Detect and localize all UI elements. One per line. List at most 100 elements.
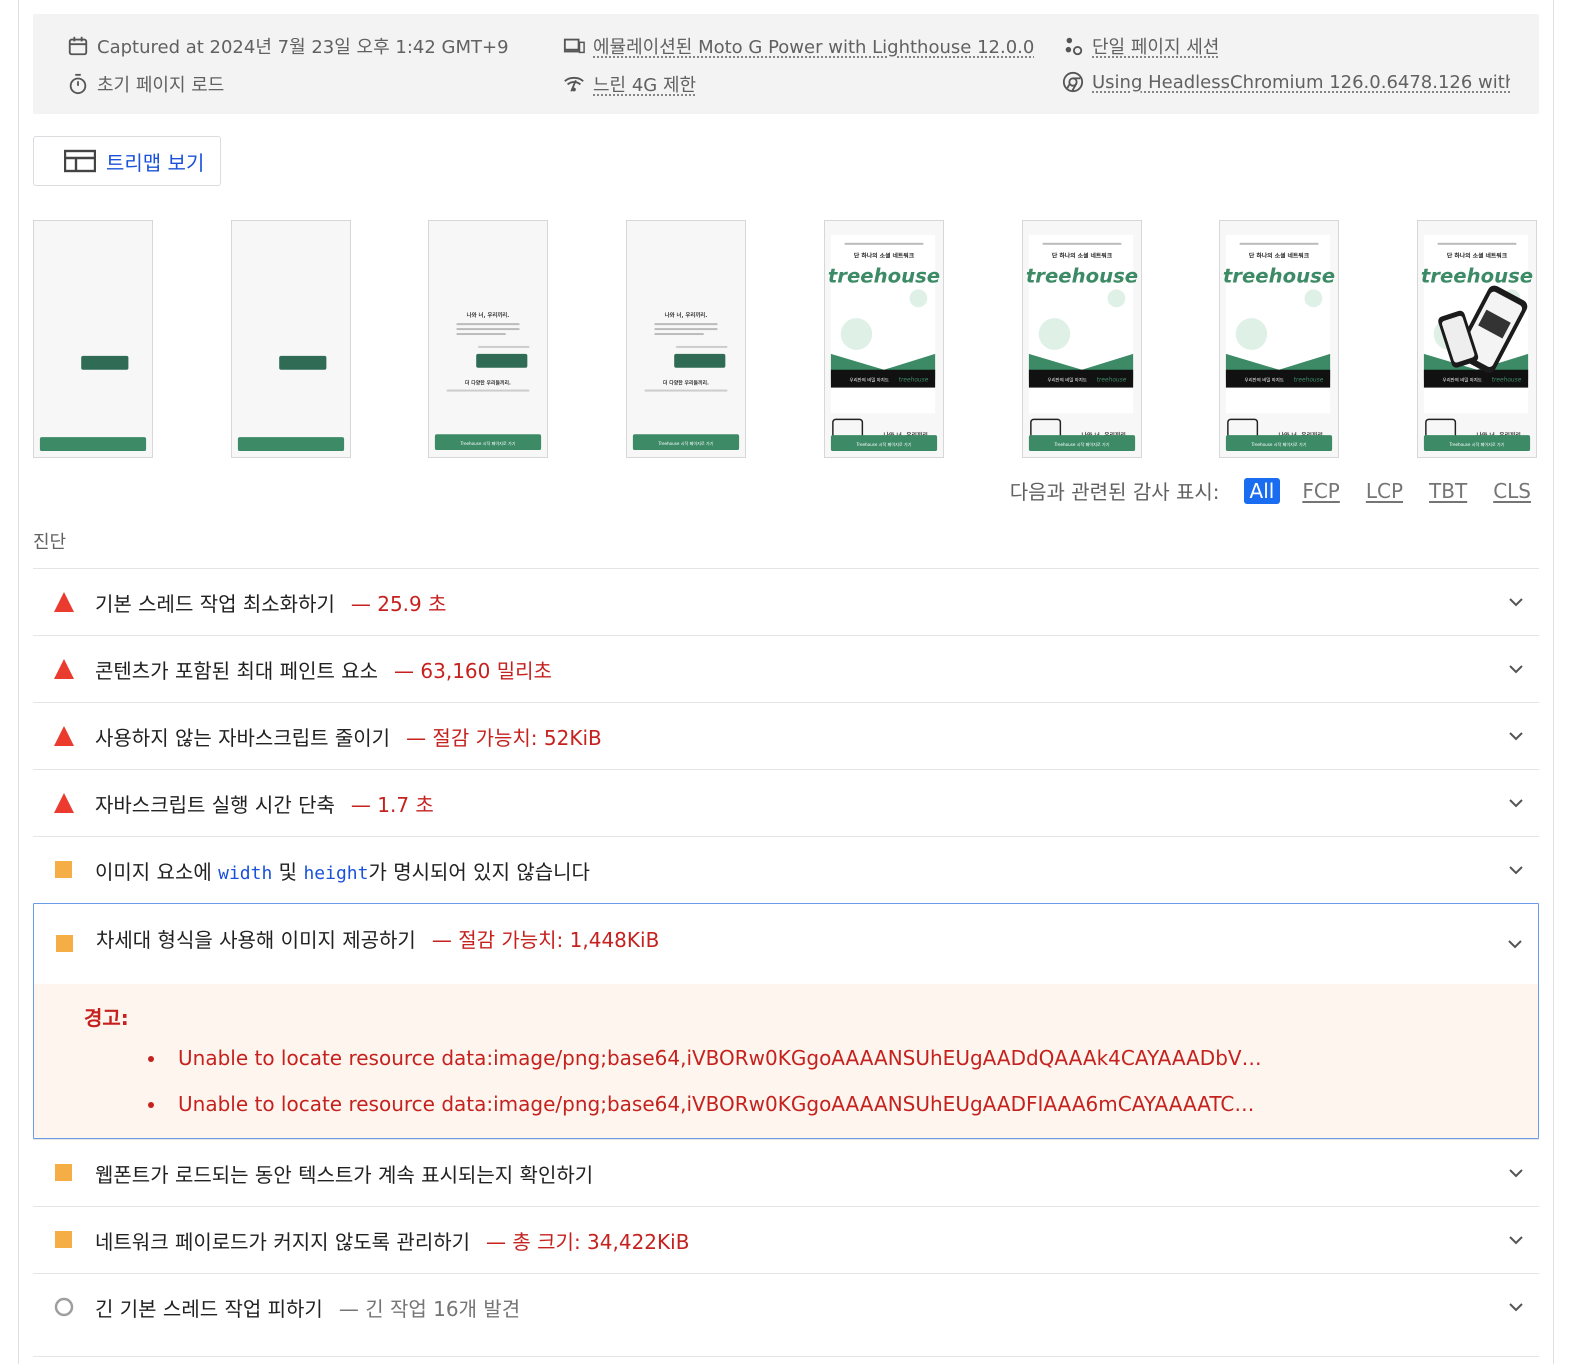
view-treemap-label[interactable]: 트리맵 보기 — [106, 147, 204, 176]
filmstrip-frame — [231, 220, 351, 458]
audit-row[interactable]: 이미지 요소에 width 및 height가 명시되어 있지 않습니다 — [33, 836, 1539, 903]
audit-display-value: — 1.7 초 — [350, 792, 434, 817]
timer-icon — [69, 73, 87, 95]
chevron-down-icon[interactable] — [1507, 593, 1525, 611]
chevron-down-icon[interactable] — [1507, 1231, 1525, 1249]
chevron-down-icon[interactable] — [1507, 660, 1525, 678]
treemap-icon — [64, 149, 96, 173]
audit-row[interactable]: 자바스크립트 실행 시간 단축 — 1.7 초 — [33, 769, 1539, 836]
filter-chip-lcp[interactable]: LCP — [1362, 478, 1407, 504]
audit-title-line[interactable]: 기본 스레드 작업 최소화하기 — 25.9 초 — [95, 588, 447, 617]
session-type-text[interactable]: 단일 페이지 세션 — [1092, 33, 1219, 59]
chevron-down-icon[interactable] — [1507, 1164, 1525, 1182]
title-part: 이미지 요소에 — [95, 859, 219, 884]
filmstrip-frame: 나와 너, 우리끼리. 더 다양한 우리들끼리. Treehouse 시작 페이… — [428, 220, 548, 458]
frame-text: 나와 너, 우리끼리. — [467, 311, 510, 319]
title-part: 및 — [272, 859, 304, 884]
fail-triangle-icon — [54, 793, 74, 813]
frame-thumbnail: 단 하나의 소셜 네트워크 treehouse 우리만의 비밀 아지트 treeho… — [825, 221, 943, 457]
frame-thumbnail: 나와 너, 우리끼리. 더 다양한 우리들끼리. Treehouse 시작 페이… — [627, 221, 745, 457]
audit-row[interactable]: 기본 스레드 작업 최소화하기 — 25.9 초 — [33, 568, 1539, 635]
filter-chip-all[interactable]: All — [1243, 477, 1281, 504]
audit-filter: 다음과 관련된 감사 표시: All FCP LCP TBT CLS — [1010, 476, 1535, 505]
audit-title-line[interactable]: 사용하지 않는 자바스크립트 줄이기 — 절감 가능치: 52KiB — [95, 722, 602, 751]
network-throttling-text[interactable]: 느린 4G 제한 — [593, 71, 696, 97]
audit-display-value: — 긴 작업 16개 발견 — [338, 1296, 521, 1321]
code-token: width — [218, 862, 273, 884]
svg-text:treehouse: treehouse — [1097, 378, 1127, 384]
calendar-icon — [68, 36, 88, 56]
audit-title-line[interactable]: 이미지 요소에 width 및 height가 명시되어 있지 않습니다 — [95, 856, 590, 885]
loading-bar — [81, 355, 129, 370]
filmstrip-frame: 단 하나의 소셜 네트워크 treehouse 우리만의 비밀 아지트 treeho… — [1219, 220, 1339, 458]
frame-text: 우리만의 비밀 아지트 — [1245, 377, 1284, 384]
code-token: height — [303, 862, 369, 884]
audit-title-line[interactable]: 긴 기본 스레드 작업 피하기 — 긴 작업 16개 발견 — [95, 1293, 520, 1322]
audit-row[interactable]: 네트워크 페이로드가 커지지 않도록 관리하기 — 총 크기: 34,422KiB — [33, 1206, 1539, 1273]
warning-list: Unable to locate resource data:image/png… — [146, 1040, 1262, 1132]
filter-chip-fcp[interactable]: FCP — [1298, 478, 1344, 504]
audit-row[interactable]: 사용하지 않는 자바스크립트 줄이기 — 절감 가능치: 52KiB — [33, 702, 1539, 769]
frame-text: Treehouse 시작 페이지로 가기 — [1250, 441, 1306, 447]
audit-title-line[interactable]: 차세대 형식을 사용해 이미지 제공하기 — 절감 가능치: 1,448KiB — [96, 924, 659, 953]
average-square-icon — [56, 935, 73, 952]
cta-bar — [39, 437, 147, 452]
audit-row[interactable]: 웹폰트가 로드되는 동안 텍스트가 계속 표시되는지 확인하기 — [33, 1139, 1539, 1206]
info-circle-icon — [54, 1297, 74, 1317]
frame-thumbnail: 단 하나의 소셜 네트워크 treehouse 우리만의 비밀 아지트 treeho… — [1220, 221, 1338, 457]
network-throttling[interactable]: 느린 4G 제한 — [563, 71, 696, 97]
audit-display-value: — 25.9 초 — [350, 591, 447, 616]
filter-chip-tbt[interactable]: TBT — [1425, 478, 1471, 504]
audit-header[interactable]: 차세대 형식을 사용해 이미지 제공하기 — 절감 가능치: 1,448KiB — [34, 904, 1538, 984]
browser-info-text[interactable]: Using HeadlessChromium 126.0.6478.126 wi… — [1092, 72, 1510, 93]
frame-text: 우리만의 비밀 아지트 — [850, 377, 889, 384]
filmstrip-frame: 단 하나의 소셜 네트워크 treehouse 우리만의 비밀 아지트 treeho… — [1022, 220, 1142, 458]
chevron-down-icon[interactable] — [1507, 794, 1525, 812]
session-type[interactable]: 단일 페이지 세션 — [1062, 33, 1219, 59]
audit-display-value: — 절감 가능치: 52KiB — [406, 725, 602, 750]
fail-triangle-icon — [54, 659, 74, 679]
load-type-text: 초기 페이지 로드 — [97, 75, 225, 96]
loading-bar — [279, 355, 327, 370]
frame-text: Treehouse 시작 페이지로 가기 — [1053, 441, 1109, 447]
load-type: 초기 페이지 로드 — [67, 71, 224, 97]
audit-display-value: — 절감 가능치: 1,448KiB — [431, 928, 660, 952]
filmstrip: 나와 너, 우리끼리. 더 다양한 우리들끼리. Treehouse 시작 페이… — [33, 220, 1539, 460]
audit-title-line[interactable]: 웹폰트가 로드되는 동안 텍스트가 계속 표시되는지 확인하기 — [95, 1159, 593, 1188]
chevron-down-icon[interactable] — [1506, 935, 1524, 953]
cta-bar — [237, 437, 345, 452]
audit-row[interactable]: 긴 기본 스레드 작업 피하기 — 긴 작업 16개 발견 — [33, 1273, 1539, 1340]
device-emulation[interactable]: 에뮬레이션된 Moto G Power with Lighthouse 12.0… — [563, 33, 1034, 59]
audit-title-line[interactable]: 콘텐츠가 포함된 최대 페인트 요소 — 63,160 밀리초 — [95, 655, 552, 684]
frame-text: 더 다양한 우리들끼리. — [465, 380, 511, 387]
frame-text: 나와 너, 우리끼리. — [665, 311, 708, 319]
audit-row[interactable]: 콘텐츠가 포함된 최대 페인트 요소 — 63,160 밀리초 — [33, 635, 1539, 702]
average-square-icon — [55, 1231, 72, 1248]
audit-title-line[interactable]: 네트워크 페이로드가 커지지 않도록 관리하기 — 총 크기: 34,422KiB — [95, 1226, 689, 1255]
chevron-down-icon[interactable] — [1507, 727, 1525, 745]
audit-title: 차세대 형식을 사용해 이미지 제공하기 — [96, 928, 416, 952]
svg-text:treehouse: treehouse — [899, 378, 929, 384]
chevron-down-icon[interactable] — [1507, 1298, 1525, 1316]
frame-text: Treehouse 시작 페이지로 가기 — [657, 440, 713, 446]
divider — [33, 1356, 1539, 1357]
device-emulation-text[interactable]: 에뮬레이션된 Moto G Power with Lighthouse 12.0… — [593, 33, 1034, 59]
frame-thumbnail: 단 하나의 소셜 네트워크 treehouse 우리만의 비밀 아지트 treeho… — [1023, 221, 1141, 457]
frame-thumbnail — [34, 221, 152, 457]
audit-title-line[interactable]: 자바스크립트 실행 시간 단축 — 1.7 초 — [95, 789, 434, 818]
audit-row[interactable]: 차세대 형식을 사용해 이미지 제공하기 — 절감 가능치: 1,448KiB 경… — [33, 903, 1539, 1139]
title-part: 가 명시되어 있지 않습니다 — [368, 859, 590, 884]
chevron-down-icon[interactable] — [1507, 861, 1525, 879]
frame-text: Treehouse 시작 페이지로 가기 — [855, 441, 911, 447]
warning-item: Unable to locate resource data:image/png… — [146, 1040, 1262, 1086]
filter-chip-cls[interactable]: CLS — [1489, 478, 1535, 504]
frame-text: treehouse — [1421, 264, 1533, 287]
runtime-settings: Captured at 2024년 7월 23일 오후 1:42 GMT+9 초… — [33, 14, 1539, 114]
session-icon — [1065, 37, 1083, 56]
browser-info[interactable]: Using HeadlessChromium 126.0.6478.126 wi… — [1062, 71, 1510, 93]
frame-thumbnail — [232, 221, 350, 457]
fail-triangle-icon — [54, 726, 74, 746]
average-square-icon — [55, 861, 72, 878]
view-treemap-button[interactable]: 트리맵 보기 — [33, 136, 221, 186]
warning-label: 경고: — [84, 1006, 129, 1030]
